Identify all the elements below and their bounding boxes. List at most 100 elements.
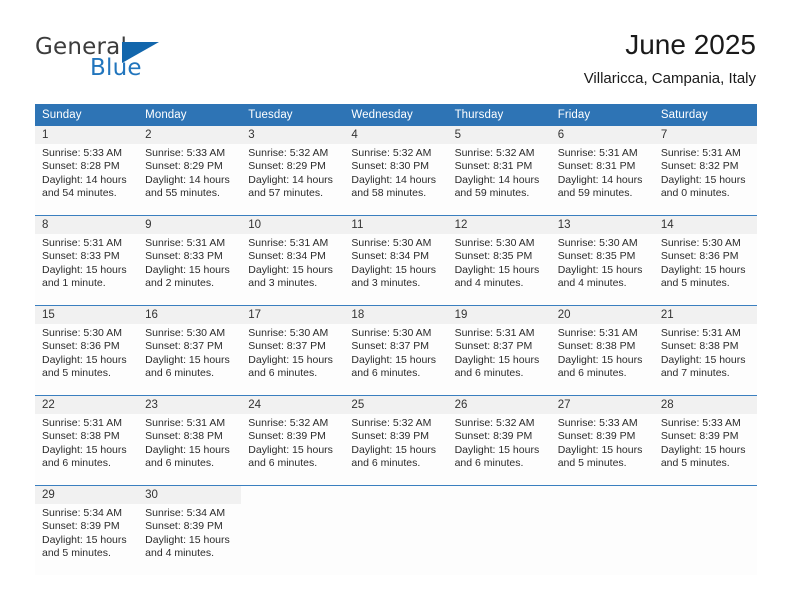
sun-times: Sunrise: 5:30 AM Sunset: 8:35 PM Daylight:… — [448, 234, 551, 290]
calendar-day-cell[interactable]: 22 Sunrise: 5:31 AM Sunset: 8:38 PM Dayligh… — [35, 395, 139, 486]
calendar-day-cell[interactable]: 7 Sunrise: 5:31 AM Sunset: 8:32 PM Daylight… — [653, 126, 757, 216]
calendar-day-cell[interactable]: 24 Sunrise: 5:32 AM Sunset: 8:39 PM Dayligh… — [241, 395, 345, 486]
day-cell-inner: 27 Sunrise: 5:33 AM Sunset: 8:39 PM Dayligh… — [550, 396, 654, 485]
daylight-text-line2: and 59 minutes. — [454, 186, 530, 199]
calendar-day-cell[interactable]: 17 Sunrise: 5:30 AM Sunset: 8:37 PM Dayligh… — [241, 305, 345, 396]
calendar-day-cell[interactable]: 5 Sunrise: 5:32 AM Sunset: 8:31 PM Daylight… — [447, 126, 551, 216]
calendar-day-cell[interactable]: 1 Sunrise: 5:33 AM Sunset: 8:28 PM Daylight… — [35, 126, 139, 216]
sunset-text: Sunset: 8:39 PM — [145, 520, 223, 533]
day-cell-inner: 8 Sunrise: 5:31 AM Sunset: 8:33 PM Daylight… — [35, 216, 139, 305]
sunset-text: Sunset: 8:35 PM — [454, 250, 533, 263]
sunrise-text: Sunrise: 5:31 AM — [557, 327, 638, 339]
sun-times: Sunrise: 5:31 AM Sunset: 8:33 PM Daylight:… — [138, 234, 241, 290]
daylight-text-line2: and 3 minutes. — [351, 276, 421, 289]
day-cell-inner — [551, 486, 654, 575]
calendar-day-cell[interactable]: 25 Sunrise: 5:32 AM Sunset: 8:39 PM Dayligh… — [344, 395, 448, 486]
calendar-day-cell[interactable]: 8 Sunrise: 5:31 AM Sunset: 8:33 PM Daylight… — [35, 215, 139, 306]
day-number — [448, 486, 551, 504]
general-blue-logo[interactable]: General Blue — [35, 34, 225, 88]
day-number — [241, 486, 344, 504]
sun-times: Sunrise: 5:31 AM Sunset: 8:32 PM Daylight:… — [654, 144, 757, 200]
calendar-day-cell[interactable]: 21 Sunrise: 5:31 AM Sunset: 8:38 PM Dayligh… — [653, 305, 757, 396]
daylight-text-line2: and 4 minutes. — [145, 546, 215, 559]
day-number: 3 — [241, 126, 345, 144]
weekday-header-monday: Monday — [138, 104, 242, 126]
daylight-text-line1: Daylight: 15 hours — [145, 263, 230, 276]
calendar-day-cell[interactable]: 26 Sunrise: 5:32 AM Sunset: 8:39 PM Dayligh… — [447, 395, 551, 486]
day-cell-inner: 24 Sunrise: 5:32 AM Sunset: 8:39 PM Dayligh… — [241, 396, 345, 485]
sun-times: Sunrise: 5:33 AM Sunset: 8:29 PM Daylight:… — [138, 144, 241, 200]
day-number: 24 — [241, 396, 345, 414]
daylight-text-line2: and 55 minutes. — [145, 186, 220, 199]
sunset-text: Sunset: 8:37 PM — [248, 340, 326, 353]
calendar-day-cell[interactable]: 9 Sunrise: 5:31 AM Sunset: 8:33 PM Daylight… — [138, 215, 242, 306]
calendar-day-cell[interactable]: 15 Sunrise: 5:30 AM Sunset: 8:36 PM Dayligh… — [35, 305, 139, 396]
calendar-day-cell[interactable]: 29 Sunrise: 5:34 AM Sunset: 8:39 PM Dayligh… — [35, 485, 139, 575]
calendar-week-row: 29 Sunrise: 5:34 AM Sunset: 8:39 PM Dayligh… — [35, 485, 757, 575]
day-number: 20 — [550, 306, 654, 324]
page-title: June 2025 — [625, 29, 756, 60]
day-cell-inner: 9 Sunrise: 5:31 AM Sunset: 8:33 PM Daylight… — [138, 216, 242, 305]
calendar-day-cell[interactable]: 28 Sunrise: 5:33 AM Sunset: 8:39 PM Dayligh… — [653, 395, 757, 486]
day-number: 17 — [241, 306, 345, 324]
calendar-day-cell[interactable]: 13 Sunrise: 5:30 AM Sunset: 8:35 PM Dayligh… — [550, 215, 654, 306]
daylight-text-line1: Daylight: 15 hours — [145, 353, 230, 366]
sunset-text: Sunset: 8:34 PM — [351, 250, 430, 263]
calendar-day-cell[interactable]: 2 Sunrise: 5:33 AM Sunset: 8:29 PM Daylight… — [138, 126, 242, 216]
calendar-day-cell[interactable]: 16 Sunrise: 5:30 AM Sunset: 8:37 PM Dayligh… — [138, 305, 242, 396]
sunrise-text: Sunrise: 5:30 AM — [351, 237, 432, 249]
daylight-text-line1: Daylight: 15 hours — [145, 533, 230, 546]
calendar-day-cell[interactable]: 23 Sunrise: 5:31 AM Sunset: 8:38 PM Dayligh… — [138, 395, 242, 486]
calendar-day-cell[interactable]: 10 Sunrise: 5:31 AM Sunset: 8:34 PM Dayligh… — [241, 215, 345, 306]
calendar-day-cell[interactable]: 30 Sunrise: 5:34 AM Sunset: 8:39 PM Dayligh… — [138, 485, 242, 575]
daylight-text-line2: and 6 minutes. — [454, 456, 524, 469]
daylight-text-line1: Daylight: 15 hours — [248, 263, 333, 276]
calendar-day-cell[interactable]: 3 Sunrise: 5:32 AM Sunset: 8:29 PM Daylight… — [241, 126, 345, 216]
sunset-text: Sunset: 8:38 PM — [145, 430, 223, 443]
sunset-text: Sunset: 8:39 PM — [454, 430, 533, 443]
calendar-day-cell[interactable]: 18 Sunrise: 5:30 AM Sunset: 8:37 PM Dayligh… — [344, 305, 448, 396]
weekday-header-saturday: Saturday — [653, 104, 757, 126]
daylight-text-line1: Daylight: 15 hours — [660, 263, 746, 276]
calendar-day-cell[interactable]: 12 Sunrise: 5:30 AM Sunset: 8:35 PM Dayligh… — [447, 215, 551, 306]
daylight-text-line2: and 6 minutes. — [557, 366, 627, 379]
day-number: 11 — [344, 216, 448, 234]
calendar-day-cell[interactable]: 6 Sunrise: 5:31 AM Sunset: 8:31 PM Daylight… — [550, 126, 654, 216]
daylight-text-line1: Daylight: 15 hours — [248, 353, 333, 366]
sunrise-text: Sunrise: 5:32 AM — [248, 417, 329, 429]
daylight-text-line2: and 58 minutes. — [351, 186, 427, 199]
day-number — [344, 486, 447, 504]
calendar-day-cell[interactable]: 20 Sunrise: 5:31 AM Sunset: 8:38 PM Dayligh… — [550, 305, 654, 396]
daylight-text-line2: and 6 minutes. — [248, 456, 318, 469]
day-cell-inner: 30 Sunrise: 5:34 AM Sunset: 8:39 PM Dayligh… — [138, 486, 242, 575]
sunset-text: Sunset: 8:37 PM — [145, 340, 223, 353]
sun-times — [654, 504, 757, 507]
daylight-text-line1: Daylight: 14 hours — [248, 173, 333, 186]
calendar-day-cell[interactable]: 11 Sunrise: 5:30 AM Sunset: 8:34 PM Dayligh… — [344, 215, 448, 306]
day-number: 5 — [447, 126, 551, 144]
sunrise-text: Sunrise: 5:32 AM — [454, 147, 535, 159]
daylight-text-line1: Daylight: 15 hours — [145, 443, 230, 456]
calendar-day-cell[interactable]: 14 Sunrise: 5:30 AM Sunset: 8:36 PM Dayligh… — [653, 215, 757, 306]
daylight-text-line2: and 2 minutes. — [145, 276, 215, 289]
sun-times: Sunrise: 5:32 AM Sunset: 8:30 PM Daylight:… — [344, 144, 447, 200]
weekday-header-wednesday: Wednesday — [344, 104, 448, 126]
calendar-day-cell[interactable]: 4 Sunrise: 5:32 AM Sunset: 8:30 PM Daylight… — [344, 126, 448, 216]
day-number: 15 — [35, 306, 139, 324]
calendar-day-cell[interactable]: 27 Sunrise: 5:33 AM Sunset: 8:39 PM Dayligh… — [550, 395, 654, 486]
day-cell-inner: 5 Sunrise: 5:32 AM Sunset: 8:31 PM Daylight… — [447, 126, 551, 215]
day-cell-inner: 21 Sunrise: 5:31 AM Sunset: 8:38 PM Dayligh… — [653, 306, 757, 395]
daylight-text-line1: Daylight: 15 hours — [42, 533, 127, 546]
sun-times: Sunrise: 5:34 AM Sunset: 8:39 PM Daylight:… — [138, 504, 241, 560]
sun-times: Sunrise: 5:32 AM Sunset: 8:29 PM Daylight:… — [241, 144, 344, 200]
daylight-text-line1: Daylight: 15 hours — [660, 353, 746, 366]
day-number: 28 — [653, 396, 757, 414]
location-subtitle: Villaricca, Campania, Italy — [583, 70, 756, 87]
sunrise-text: Sunrise: 5:31 AM — [145, 417, 226, 429]
sun-times — [448, 504, 551, 507]
sunset-text: Sunset: 8:39 PM — [557, 430, 636, 443]
calendar-day-cell[interactable]: 19 Sunrise: 5:31 AM Sunset: 8:37 PM Dayligh… — [447, 305, 551, 396]
daylight-text-line1: Daylight: 14 hours — [454, 173, 540, 186]
sun-times: Sunrise: 5:34 AM Sunset: 8:39 PM Daylight:… — [35, 504, 138, 560]
daylight-text-line2: and 4 minutes. — [454, 276, 524, 289]
